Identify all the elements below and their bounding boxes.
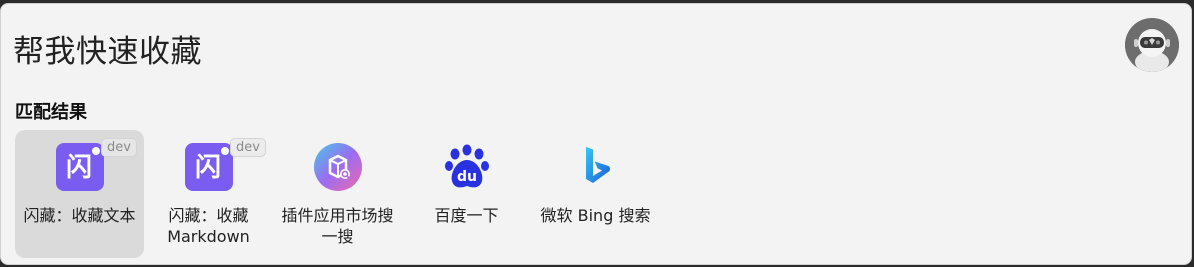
- search-query[interactable]: 帮我快速收藏: [13, 26, 202, 71]
- bing-logo-icon: [572, 143, 620, 191]
- result-shancang-text[interactable]: dev 闪 闪藏：收藏文本: [15, 130, 144, 258]
- shancang-app-icon: 闪: [184, 143, 233, 191]
- result-label: 百度一下: [434, 206, 499, 225]
- results-heading: 匹配结果: [15, 102, 87, 123]
- dev-badge: dev: [230, 138, 266, 157]
- baidu-paw-icon: du: [443, 143, 491, 191]
- svg-text:闪: 闪: [194, 153, 220, 183]
- result-label: 闪藏：收藏Markdown: [167, 206, 250, 246]
- plugin-market-search-icon: [313, 143, 362, 191]
- result-plugin-market-search[interactable]: 插件应用市场搜一搜: [273, 130, 402, 258]
- result-label: 闪藏：收藏文本: [23, 206, 136, 225]
- svg-text:闪: 闪: [65, 153, 91, 183]
- svg-text:du: du: [457, 169, 477, 185]
- result-shancang-markdown[interactable]: dev 闪 闪藏：收藏Markdown: [144, 130, 273, 258]
- robot-avatar-icon[interactable]: [1125, 18, 1179, 72]
- result-baidu[interactable]: du 百度一下: [402, 130, 531, 258]
- result-bing[interactable]: 微软 Bing 搜索: [531, 130, 660, 258]
- results-list: dev 闪 闪藏：收藏文本 dev 闪 闪藏：收藏Markdown 插件应用市场…: [15, 130, 660, 258]
- result-label: 微软 Bing 搜索: [540, 206, 651, 225]
- launcher-window: 帮我快速收藏 匹配结果 dev 闪 闪藏：收藏文本 dev 闪 闪藏：收藏Mar…: [0, 3, 1192, 265]
- shancang-app-icon: 闪: [55, 143, 104, 191]
- result-label: 插件应用市场搜一搜: [281, 206, 394, 246]
- dev-badge: dev: [101, 138, 137, 157]
